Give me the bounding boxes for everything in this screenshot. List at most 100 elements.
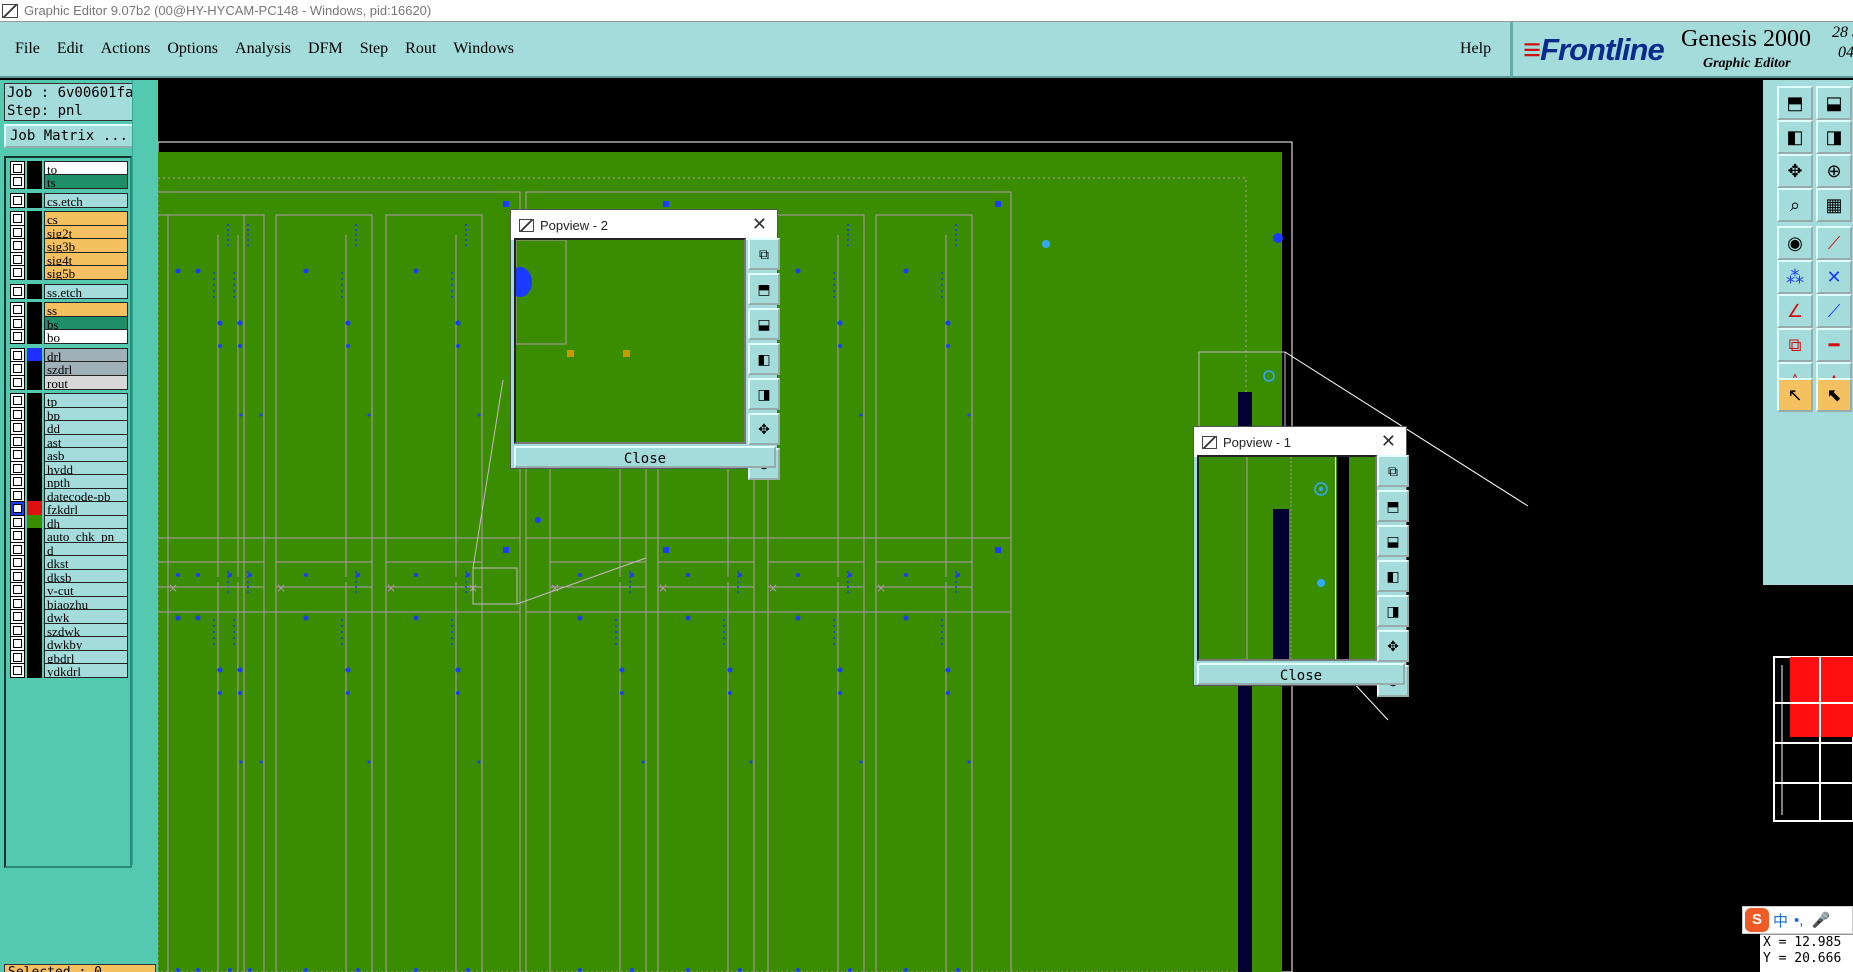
- layer-list-scrollbar[interactable]: [132, 80, 158, 865]
- pad: [248, 968, 252, 972]
- via: [833, 290, 835, 292]
- popview-1-close-button[interactable]: Close: [1197, 663, 1405, 685]
- pan-left-tool[interactable]: ◧: [1777, 120, 1813, 154]
- via: [227, 571, 229, 573]
- select-arrow-tool[interactable]: ↖: [1777, 378, 1813, 412]
- menu-analysis[interactable]: Analysis: [235, 40, 291, 58]
- sogou-icon: S: [1745, 908, 1769, 932]
- via: [833, 631, 835, 633]
- menu-edit[interactable]: Edit: [57, 40, 84, 58]
- layer-row-bo[interactable]: bo: [10, 329, 128, 345]
- pad: [217, 667, 223, 673]
- layer-checkbox[interactable]: [10, 283, 25, 299]
- layer-color-swatch[interactable]: [27, 192, 42, 208]
- popview-window-icon: [519, 218, 534, 232]
- layer-row-rout[interactable]: rout: [10, 374, 128, 390]
- popview-pan-right-button[interactable]: ◨: [748, 378, 780, 410]
- zoom-home-tool[interactable]: ⊕: [1816, 154, 1852, 188]
- via: [227, 234, 229, 236]
- popview-zoom-out-button[interactable]: ✥: [1377, 630, 1409, 662]
- layer-name[interactable]: cs.etch: [44, 192, 128, 208]
- angle-tool[interactable]: ∠: [1777, 294, 1813, 328]
- via: [233, 631, 235, 633]
- popview-pan-up-button[interactable]: ⬒: [1377, 490, 1409, 522]
- popview-2-close-button[interactable]: Close: [514, 446, 776, 468]
- popview-zoom-window-button[interactable]: ⧉: [748, 238, 780, 270]
- pad-tool[interactable]: ◉: [1777, 226, 1813, 260]
- via: [723, 637, 725, 639]
- layer-row-ydkdrl[interactable]: ydkdrl: [10, 663, 128, 679]
- layer-row-cs.etch[interactable]: cs.etch: [10, 192, 128, 208]
- slash-tool[interactable]: ⟋: [1816, 294, 1852, 328]
- dash-tool[interactable]: ━: [1816, 328, 1852, 362]
- layer-color-swatch[interactable]: [27, 374, 42, 390]
- menu-help[interactable]: Help: [1460, 40, 1491, 58]
- score-mark: ×: [768, 581, 778, 595]
- layer-checkbox[interactable]: [10, 663, 25, 678]
- ime-punct[interactable]: •,: [1794, 912, 1803, 929]
- pan-down-tool[interactable]: ⬓: [1816, 86, 1852, 120]
- cross-tool[interactable]: ✕: [1816, 260, 1852, 294]
- layer-row-ts[interactable]: ts: [10, 174, 128, 190]
- layer-checkbox[interactable]: [10, 329, 25, 344]
- menu-actions[interactable]: Actions: [101, 40, 151, 58]
- layer-checkbox[interactable]: [10, 374, 25, 390]
- layer-name[interactable]: sig5b: [44, 265, 128, 280]
- pad: [456, 691, 460, 695]
- popview-1-view[interactable]: [1197, 455, 1377, 661]
- popview-pan-left-button[interactable]: ◧: [1377, 560, 1409, 592]
- zoom-fit-tool[interactable]: ✥: [1777, 154, 1813, 188]
- menu-windows[interactable]: Windows: [453, 40, 514, 58]
- menu-dfm[interactable]: DFM: [308, 40, 343, 58]
- layer-color-swatch[interactable]: [27, 663, 42, 678]
- layer-color-swatch[interactable]: [27, 174, 42, 189]
- layer-checkbox[interactable]: [10, 265, 25, 280]
- layer-color-swatch[interactable]: [27, 283, 42, 299]
- measure-tool[interactable]: ⌕: [1777, 188, 1813, 222]
- popview-pan-left-button[interactable]: ◧: [748, 343, 780, 375]
- popview-pan-up-button[interactable]: ⬒: [748, 273, 780, 305]
- popview-2-view[interactable]: [514, 238, 746, 444]
- via: [355, 576, 357, 578]
- via: [941, 278, 943, 280]
- popview-zoom-window-button[interactable]: ⧉: [1377, 455, 1409, 487]
- graphic-canvas[interactable]: × × × × × × × ×: [158, 80, 1760, 972]
- menu-rout[interactable]: Rout: [405, 40, 436, 58]
- pan-up-tool[interactable]: ⬒: [1777, 86, 1813, 120]
- layer-row-ss.etch[interactable]: ss.etch: [10, 283, 128, 299]
- pan-right-tool[interactable]: ◨: [1816, 120, 1852, 154]
- layer-name[interactable]: bo: [44, 329, 128, 344]
- pcb-panel-drawing: × × × × × × × ×: [158, 141, 1529, 972]
- via: [629, 591, 631, 593]
- menu-file[interactable]: File: [15, 40, 40, 58]
- menu-options[interactable]: Options: [167, 40, 218, 58]
- layer-color-swatch[interactable]: [27, 329, 42, 344]
- popview-pan-down-button[interactable]: ⬓: [748, 308, 780, 340]
- microphone-icon[interactable]: 🎤: [1811, 911, 1830, 929]
- ime-toolbar[interactable]: S 中 •, 🎤: [1742, 906, 1853, 934]
- via: [451, 625, 453, 627]
- layer-name[interactable]: ss.etch: [44, 283, 128, 299]
- popview-zoom-out-button[interactable]: ✥: [748, 413, 780, 445]
- popview-2-close-icon[interactable]: ✕: [752, 214, 767, 235]
- layer-name[interactable]: ydkdrl: [44, 663, 128, 678]
- menu-step[interactable]: Step: [360, 40, 388, 58]
- via: [227, 591, 229, 593]
- copy-tool[interactable]: ⧉: [1777, 328, 1813, 362]
- popview-pan-right-button[interactable]: ◨: [1377, 595, 1409, 627]
- popview-pan-down-button[interactable]: ⬓: [1377, 525, 1409, 557]
- grid-tool[interactable]: ▦: [1816, 188, 1852, 222]
- popview-1-close-icon[interactable]: ✕: [1381, 431, 1396, 452]
- ime-language[interactable]: 中: [1773, 910, 1788, 931]
- layer-name[interactable]: rout: [44, 374, 128, 390]
- layer-checkbox[interactable]: [10, 192, 25, 208]
- line-tool[interactable]: ⟋: [1816, 226, 1852, 260]
- layer-checkbox[interactable]: [10, 174, 25, 189]
- pad: [623, 350, 630, 357]
- pad: [516, 267, 532, 297]
- layer-color-swatch[interactable]: [27, 265, 42, 280]
- layer-name[interactable]: ts: [44, 174, 128, 189]
- layer-row-sig5b[interactable]: sig5b: [10, 265, 128, 281]
- select-box-tool[interactable]: ⬉: [1816, 378, 1852, 412]
- node-tool[interactable]: ⁂: [1777, 260, 1813, 294]
